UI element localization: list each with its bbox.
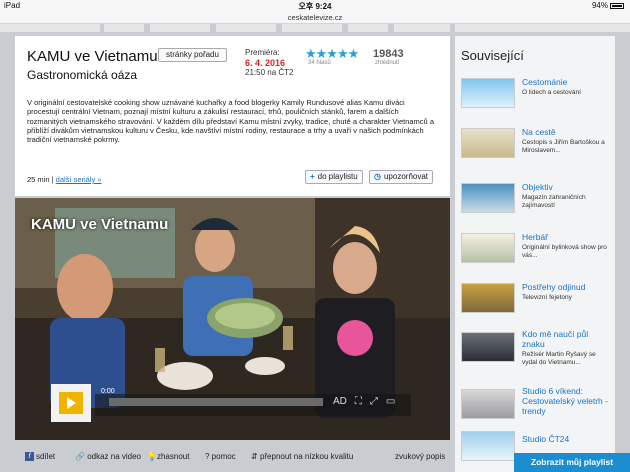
related-item-postrehy[interactable]: Postřehy odjinud Televizní fejetony <box>461 279 611 329</box>
more-series-link[interactable]: další seriály » <box>56 175 102 184</box>
related-item-title: Studio ČT24 <box>522 434 570 444</box>
related-item-desc: Cestopis s Jiřím Bartoškou a Miroslavem.… <box>522 139 605 154</box>
premiere-date: 6. 4. 2016 <box>245 58 286 68</box>
related-item-title: Objektiv <box>522 182 553 192</box>
help-label: pomoc <box>211 452 236 461</box>
battery-indicator: 94% <box>592 1 624 10</box>
video-link-button[interactable]: 🔗 odkaz na video <box>75 452 141 461</box>
thumbnail-image <box>461 283 515 313</box>
video-toolbar: f sdílet 🔗 odkaz na video 💡zhasnout ? pom… <box>15 446 450 468</box>
clock-icon: ◷ <box>374 172 381 181</box>
show-pages-button[interactable]: stránky pořadu <box>158 48 227 62</box>
related-item-desc: O lidech a cestování <box>522 89 581 96</box>
audio-description-button[interactable]: zvukový popis <box>395 452 445 461</box>
video-icons: AD ⛶ ⤢ ▭ <box>333 396 403 407</box>
video-overlay-title: KAMU ve Vietnamu <box>31 216 169 233</box>
show-my-playlist-button[interactable]: Zobrazit můj playlist <box>514 453 630 472</box>
related-item-desc: Televizní fejetony <box>522 294 572 301</box>
play-button[interactable] <box>51 384 91 422</box>
switch-icon: ⇵ <box>251 452 260 461</box>
meta-separator: | <box>51 175 54 184</box>
thumbnail-image <box>461 332 515 362</box>
battery-percent: 94% <box>591 1 608 10</box>
address-bar[interactable]: ceskatelevize.cz <box>0 12 630 24</box>
audio-description-icon[interactable]: AD <box>333 396 347 407</box>
votes-count: 34 hlasů <box>308 60 331 66</box>
thumbnail-image <box>461 431 515 461</box>
related-item-na-ceste[interactable]: Na cestě Cestopis s Jiřím Bartoškou a Mi… <box>461 124 611 174</box>
notify-button[interactable]: ◷ upozorňovat <box>369 170 434 184</box>
add-to-playlist-button[interactable]: + do playlistu <box>305 170 363 184</box>
show-description: V originální cestovatelské cooking show … <box>27 98 434 145</box>
thumbnail-image <box>461 78 515 108</box>
premiere-info: Premiéra: 6. 4. 2016 21:50 na ČT2 <box>245 48 293 78</box>
related-item-pul-znaku[interactable]: Kdo mě naučí půl znaku Režisér Martin Ry… <box>461 326 611 386</box>
related-sidebar: Související Cestománie O lidech a cestov… <box>455 36 615 472</box>
video-progress-bar[interactable] <box>109 398 323 406</box>
thumbnail-image <box>461 183 515 213</box>
thumbnail-image <box>461 233 515 263</box>
view-count: 19843 <box>373 48 404 60</box>
duration: 25 min <box>27 175 50 184</box>
share-label: sdílet <box>36 452 56 461</box>
low-quality-button[interactable]: ⇵ přepnout na nízkou kvalitu <box>251 452 353 461</box>
related-item-herbar[interactable]: Herbář Originální bylinková show pro vás… <box>461 229 611 279</box>
question-icon: ? <box>205 452 212 461</box>
related-item-title: Herbář <box>522 232 548 242</box>
notify-label: upozorňovat <box>383 172 429 181</box>
view-count-label: zhlédnutí <box>375 60 400 66</box>
related-item-desc: Režisér Martin Ryšavý se vydal do Vietna… <box>522 351 596 366</box>
thumbnail-image <box>461 389 515 419</box>
help-button[interactable]: ? pomoc <box>205 452 236 461</box>
related-item-title: Kdo mě naučí půl znaku <box>522 329 589 349</box>
add-to-playlist-label: do playlistu <box>317 172 358 181</box>
related-item-title: Studio 6 víkend: Cestovatelský veletrh -… <box>522 386 608 416</box>
related-item-objektiv[interactable]: Objektiv Magazín zahraničních zajímavost… <box>461 179 611 229</box>
plus-icon: + <box>310 172 315 181</box>
related-item-studio-6[interactable]: Studio 6 víkend: Cestovatelský veletrh -… <box>461 383 611 431</box>
related-item-desc: Magazín zahraničních zajímavostí <box>522 194 586 209</box>
video-time: 0:00 <box>101 388 115 395</box>
low-quality-label: přepnout na nízkou kvalitu <box>259 452 354 461</box>
dim-lights-button[interactable]: 💡zhasnout <box>147 452 189 461</box>
url-text: ceskatelevize.cz <box>287 13 343 22</box>
related-item-cestomanie[interactable]: Cestománie O lidech a cestování <box>461 74 611 124</box>
related-item-title: Postřehy odjinud <box>522 282 586 292</box>
premiere-time: 21:50 na ČT2 <box>245 68 294 77</box>
show-info-card: KAMU ve Vietnamu Gastronomická oáza strá… <box>15 36 450 196</box>
thumbnail-image <box>461 128 515 158</box>
show-title: KAMU ve Vietnamu <box>27 48 158 65</box>
share-button[interactable]: f sdílet <box>25 452 56 462</box>
clock: 오후 9:24 <box>298 2 332 11</box>
battery-icon <box>610 2 624 9</box>
bulb-icon: 💡 <box>147 452 157 461</box>
dim-lights-label: zhasnout <box>156 452 190 461</box>
related-item-title: Na cestě <box>522 127 556 137</box>
related-heading: Související <box>461 48 524 63</box>
play-icon <box>59 392 83 414</box>
video-player[interactable]: KAMU ve Vietnamu 0:00 AD ⛶ ⤢ ▭ <box>15 198 450 440</box>
premiere-label: Premiéra: <box>245 48 280 57</box>
facebook-icon: f <box>25 452 34 462</box>
fullscreen-icon[interactable]: ⛶ <box>355 396 362 407</box>
site-nav-strip <box>0 24 630 36</box>
related-item-desc: Originální bylinková show pro vás... <box>522 244 607 259</box>
quality-icon[interactable]: ⤢ <box>370 396 378 407</box>
video-link-label: odkaz na video <box>87 452 142 461</box>
episode-meta: 25 min | další seriály » <box>27 175 102 184</box>
ios-status-bar: iPad 오후 9:24 94% <box>0 0 630 12</box>
related-item-title: Cestománie <box>522 77 568 87</box>
subtitles-icon[interactable]: ▭ <box>386 396 395 407</box>
episode-subtitle: Gastronomická oáza <box>27 68 138 82</box>
link-icon: 🔗 <box>75 452 88 461</box>
